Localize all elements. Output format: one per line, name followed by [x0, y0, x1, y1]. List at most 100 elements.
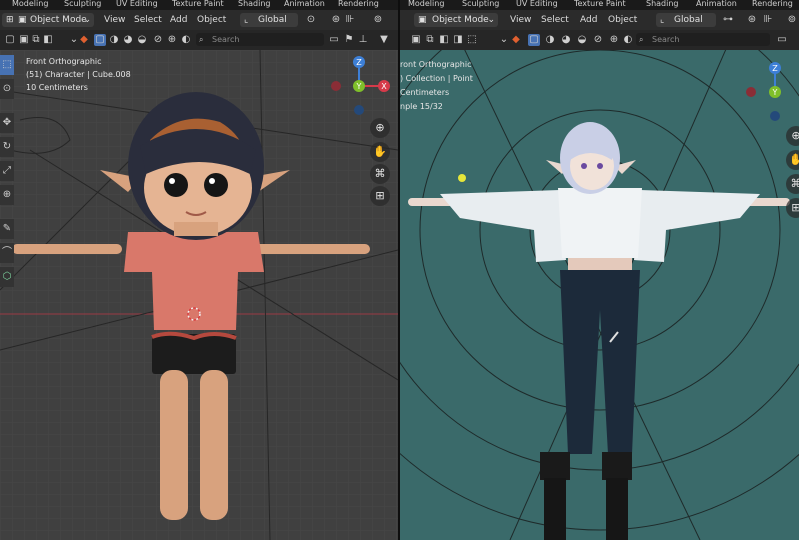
- search-input[interactable]: ⌕ Search: [196, 33, 324, 46]
- transform-icon[interactable]: ⊕: [0, 185, 14, 205]
- proportional-edit-icon[interactable]: ⊚: [372, 14, 384, 26]
- orientation-dropdown[interactable]: ⌞ Global: [656, 13, 716, 27]
- annotate-icon[interactable]: ✎: [0, 219, 14, 239]
- overlay-color-icon[interactable]: ◆: [510, 34, 522, 46]
- move-icon[interactable]: ✥: [0, 113, 14, 133]
- overlay-color-icon[interactable]: ◆: [78, 34, 90, 46]
- axis-gizmo[interactable]: Z Y: [740, 56, 799, 126]
- menu-add[interactable]: Add: [170, 10, 187, 30]
- camera-icon[interactable]: ⌘: [370, 164, 390, 184]
- hand-icon[interactable]: ✋: [370, 142, 390, 162]
- tab-sculpting[interactable]: Sculpting: [64, 0, 101, 8]
- pivot-icon[interactable]: ⊶: [722, 14, 734, 26]
- orientation-label: Global: [674, 15, 703, 25]
- bookmark-icon[interactable]: ⚑: [343, 34, 355, 46]
- cursor-icon[interactable]: ⊙: [0, 79, 14, 99]
- gizmo-toggle-icon[interactable]: ⊕: [608, 34, 620, 46]
- collapse-icon[interactable]: ▭: [328, 34, 340, 46]
- scale-icon[interactable]: ⤢: [0, 161, 14, 181]
- viewport-subheader: ▢ ▣ ⧉ ◧ ⌄ ◆ ▢ ◑ ◕ ◒ ⊘ ⊕ ◐ ⌕ Search ▭ ⚑ ⊥…: [0, 30, 398, 50]
- mode-dropdown[interactable]: ▣ Object Mode ⌄: [414, 13, 498, 27]
- viewport-scene: [0, 50, 398, 540]
- menu-select[interactable]: Select: [541, 10, 569, 30]
- pivot-icon[interactable]: ⊙: [305, 14, 317, 26]
- tab-shading[interactable]: Shading: [646, 0, 679, 8]
- tab-uv-editing[interactable]: UV Editing: [116, 0, 158, 8]
- menu-add[interactable]: Add: [580, 10, 597, 30]
- restrict-icon[interactable]: ⊥: [357, 34, 369, 46]
- tab-sculpting[interactable]: Sculpting: [462, 0, 499, 8]
- view-object-icon[interactable]: ▢: [4, 34, 16, 46]
- gizmo-neg-z-axis: [770, 111, 780, 121]
- viewport-right[interactable]: ront Orthographic ) Collection | Point C…: [400, 50, 799, 540]
- zoom-icon[interactable]: ⊕: [786, 126, 799, 146]
- viewport-left[interactable]: Front Orthographic (51) Character | Cube…: [0, 50, 398, 540]
- object-mode-icon: ▣: [18, 15, 27, 25]
- overlay-toggle-icon[interactable]: ◐: [180, 34, 192, 46]
- xray-icon[interactable]: ⊘: [592, 34, 604, 46]
- select-intersect-icon[interactable]: ⬚: [466, 34, 478, 46]
- gizmo-neg-x-axis: [746, 87, 756, 97]
- proportional-edit-icon[interactable]: ⊚: [786, 14, 798, 26]
- axis-gizmo[interactable]: Z X Y: [326, 52, 396, 122]
- shading-solid-icon[interactable]: ▢: [528, 34, 540, 46]
- filter-icon[interactable]: ▼: [378, 34, 390, 46]
- right-editor: Modeling Sculpting UV Editing Texture Pa…: [400, 0, 799, 540]
- tab-texture-paint[interactable]: Texture Paint: [574, 0, 626, 8]
- tab-uv-editing[interactable]: UV Editing: [516, 0, 558, 8]
- viewport-subheader: ▣ ⧉ ◧ ◨ ⬚ ⌄ ◆ ▢ ◑ ◕ ◒ ⊘ ⊕ ◐ ⌕ Search ▭: [400, 30, 799, 50]
- select-subtract-icon[interactable]: ◧: [42, 34, 54, 46]
- snap-icon[interactable]: ⊛: [330, 14, 342, 26]
- rotate-icon[interactable]: ↻: [0, 137, 14, 157]
- tab-shading[interactable]: Shading: [238, 0, 271, 8]
- tab-animation[interactable]: Animation: [696, 0, 737, 8]
- shading-material-icon[interactable]: ◕: [122, 34, 134, 46]
- orientation-icon: ⌞: [244, 15, 249, 25]
- grid-icon[interactable]: ⊞: [370, 186, 390, 206]
- menu-view[interactable]: View: [104, 10, 125, 30]
- collapse-icon[interactable]: ▭: [776, 34, 788, 46]
- shading-wire-icon[interactable]: ◑: [108, 34, 120, 46]
- mode-dropdown[interactable]: ▣ Object Mode ⌄: [14, 13, 94, 27]
- tab-rendering[interactable]: Rendering: [338, 0, 379, 8]
- zoom-icon[interactable]: ⊕: [370, 118, 390, 138]
- tab-rendering[interactable]: Rendering: [752, 0, 793, 8]
- select-extend-icon[interactable]: ⧉: [424, 34, 436, 46]
- tab-texture-paint[interactable]: Texture Paint: [172, 0, 224, 8]
- shading-render-icon[interactable]: ◒: [136, 34, 148, 46]
- snap-icon[interactable]: ⊛: [746, 14, 758, 26]
- select-tool-icon[interactable]: ⬚: [0, 55, 14, 75]
- shading-wire-icon[interactable]: ◑: [544, 34, 556, 46]
- camera-icon[interactable]: ⌘: [786, 174, 799, 194]
- measure-icon[interactable]: ⌒: [0, 243, 14, 263]
- add-cube-icon[interactable]: ⬡: [0, 267, 14, 287]
- snap-increment-icon[interactable]: ⊪: [344, 14, 356, 26]
- gizmo-toggle-icon[interactable]: ⊕: [166, 34, 178, 46]
- menu-object[interactable]: Object: [197, 10, 226, 30]
- tab-modeling[interactable]: Modeling: [408, 0, 444, 8]
- search-input[interactable]: ⌕ Search: [636, 33, 770, 46]
- mode-label: Object Mode: [432, 15, 489, 25]
- chevron-down-icon[interactable]: ⌄: [498, 34, 510, 46]
- menu-select[interactable]: Select: [134, 10, 162, 30]
- select-box-icon[interactable]: ▣: [410, 34, 422, 46]
- tab-modeling[interactable]: Modeling: [12, 0, 48, 8]
- snap-increment-icon[interactable]: ⊪: [762, 14, 774, 26]
- hand-icon[interactable]: ✋: [786, 150, 799, 170]
- grid-icon[interactable]: ⊞: [786, 198, 799, 218]
- xray-icon[interactable]: ⊘: [152, 34, 164, 46]
- select-subtract-icon[interactable]: ◧: [438, 34, 450, 46]
- shading-render-icon[interactable]: ◒: [576, 34, 588, 46]
- select-box-icon[interactable]: ▣: [18, 34, 30, 46]
- orientation-dropdown[interactable]: ⌞ Global: [240, 13, 298, 27]
- menu-view[interactable]: View: [510, 10, 531, 30]
- select-invert-icon[interactable]: ◨: [452, 34, 464, 46]
- select-extend-icon[interactable]: ⧉: [30, 34, 42, 46]
- gizmo-z-label: Z: [772, 64, 778, 73]
- tab-animation[interactable]: Animation: [284, 0, 325, 8]
- menu-object[interactable]: Object: [608, 10, 637, 30]
- shading-solid-icon[interactable]: ▢: [94, 34, 106, 46]
- gizmo-y-label: Y: [356, 82, 362, 91]
- shading-material-icon[interactable]: ◕: [560, 34, 572, 46]
- overlay-toggle-icon[interactable]: ◐: [622, 34, 634, 46]
